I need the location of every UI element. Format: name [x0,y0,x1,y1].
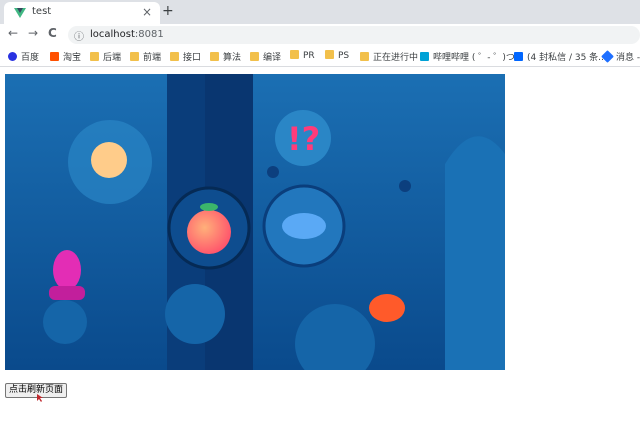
squid-icon [53,250,81,290]
bookmark-label: 接口 [183,53,202,63]
url-text: localhost:8081 [90,29,164,40]
new-tab-icon[interactable]: + [162,3,174,19]
bookmark-baidu[interactable]: 百度 [8,50,40,63]
bump [43,300,87,344]
bookmark-folder-compile[interactable]: 编译 [250,50,282,63]
reload-icon[interactable]: C [48,26,57,40]
small-dot [267,166,279,178]
bookmark-folder-algorithm[interactable]: 算法 [210,50,242,63]
squid-tentacles [49,286,85,300]
folder-icon [325,50,334,59]
bookmark-taobao[interactable]: 淘宝 [50,50,82,63]
refresh-page-button[interactable]: 点击刷新页面 [5,383,68,398]
bookmark-label: PR [303,51,315,61]
bookmarks-bar: 百度 淘宝 后端 前端 接口 算法 编译 PR PS 正在进行中 哔哩哔哩 ( … [0,46,640,67]
tab-title: test [32,6,52,17]
url-host: localhost [90,29,135,40]
bookmark-label: PS [338,51,350,61]
folder-icon [250,52,259,61]
tab-strip: test × + [0,0,640,24]
shrimp-icon [369,294,405,322]
exclamation-question-icon: !? [287,120,320,158]
bookmark-messages[interactable]: 消息 - [601,50,640,63]
browser-tab[interactable]: test × [4,2,160,24]
tall-bump [445,136,505,370]
info-icon[interactable]: ⓘ [74,28,84,43]
bookmark-label: 编译 [263,53,282,63]
message-icon [601,50,614,63]
bookmark-folder-pr[interactable]: PR [290,50,315,62]
vue-logo-icon [14,8,26,18]
close-tab-icon[interactable]: × [142,5,152,19]
hero-illustration: !? [5,74,505,370]
bookmark-zhihu[interactable]: (4 封私信 / 35 条... [514,50,607,63]
browser-toolbar: ← → C ⓘ localhost:8081 [0,24,640,46]
small-dot [399,180,411,192]
baidu-icon [8,52,17,61]
bookmark-label: 哔哩哔哩 ( ゜- ゜)つ... [433,53,524,63]
bookmark-label: 后端 [103,53,122,63]
folder-icon [210,52,219,61]
taobao-icon [50,52,59,61]
bookmark-label: 正在进行中 [373,53,419,63]
folder-icon [290,50,299,59]
url-port: :8081 [134,29,164,40]
folder-icon [90,52,99,61]
folder-icon [170,52,179,61]
forward-icon[interactable]: → [28,26,38,40]
bookmark-label: 算法 [223,53,242,63]
back-icon[interactable]: ← [8,26,18,40]
bookmark-bilibili[interactable]: 哔哩哔哩 ( ゜- ゜)つ... [420,50,524,63]
bookmark-label: 淘宝 [63,53,82,63]
bookmark-folder-ps[interactable]: PS [325,50,349,62]
zhihu-icon [514,52,523,61]
bookmark-label: (4 封私信 / 35 条... [527,53,607,63]
bump [165,284,225,344]
bookmark-folder-frontend[interactable]: 前端 [130,50,162,63]
bookmark-folder-backend[interactable]: 后端 [90,50,122,63]
bookmark-label: 百度 [21,53,40,63]
folder-icon [130,52,139,61]
bookmark-folder-in-progress[interactable]: 正在进行中 [360,50,419,63]
peach-icon [187,210,231,254]
bookmark-label: 消息 - [616,53,640,63]
folder-icon [360,52,369,61]
bookmark-label: 前端 [143,53,162,63]
peach-leaf [200,203,218,211]
fish-icon [282,213,326,239]
address-bar[interactable]: ⓘ localhost:8081 [68,26,640,44]
bookmark-folder-api[interactable]: 接口 [170,50,202,63]
bilibili-icon [420,52,429,61]
mouse-cursor-icon [37,394,43,402]
pufferfish-icon [91,142,127,178]
